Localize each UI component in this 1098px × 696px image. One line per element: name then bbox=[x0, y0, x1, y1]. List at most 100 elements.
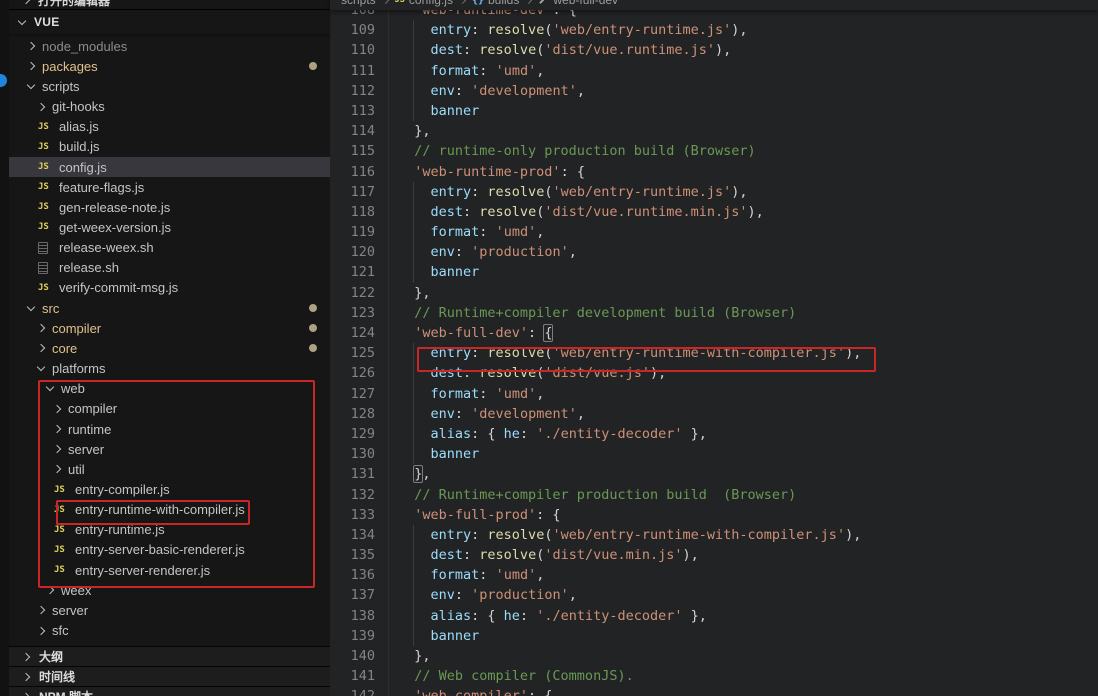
chevron-right-icon bbox=[36, 324, 46, 333]
tree-item-core[interactable]: core bbox=[9, 338, 330, 358]
tree-item-label: runtime bbox=[68, 421, 112, 437]
tree-item-entry-runtime-with-compiler.js[interactable]: JS entry-runtime-with-compiler.js bbox=[9, 500, 330, 520]
tree-item-weex[interactable]: weex bbox=[9, 580, 330, 600]
code-line-140[interactable]: 140 }, bbox=[330, 646, 1098, 667]
line-number: 119 bbox=[350, 224, 375, 241]
tree-item-label: compiler bbox=[68, 401, 118, 417]
indent-guide bbox=[375, 666, 389, 687]
chevron-right-icon bbox=[36, 626, 46, 635]
tree-item-config.js[interactable]: JS config.js bbox=[9, 156, 330, 178]
tree-item-get-weex-version.js[interactable]: JS get-weex-version.js bbox=[9, 217, 330, 237]
tree-item-compiler[interactable]: compiler bbox=[9, 318, 330, 338]
chevron-right-icon bbox=[52, 404, 62, 414]
line-number: 121 bbox=[350, 264, 375, 281]
code-line-114[interactable]: 114 }, bbox=[330, 121, 1098, 142]
code-line-121[interactable]: 121 banner bbox=[330, 262, 1098, 283]
code-line-113[interactable]: 113 banner bbox=[330, 100, 1098, 122]
code-line-112[interactable]: 112 env: 'development', bbox=[330, 80, 1098, 102]
code-line-115[interactable]: 115 // runtime-only production build (Br… bbox=[330, 141, 1098, 162]
code-line-131[interactable]: 131 }, bbox=[330, 464, 1098, 485]
open-editors-section[interactable]: 打开的编辑器 bbox=[9, 0, 330, 10]
tree-item-sfc[interactable]: sfc bbox=[9, 621, 330, 641]
code-line-111[interactable]: 111 format: 'umd', bbox=[330, 60, 1098, 81]
code-line-119[interactable]: 119 format: 'umd', bbox=[330, 222, 1098, 243]
tree-item-web[interactable]: web bbox=[9, 379, 330, 399]
code-line-125[interactable]: 125 entry: resolve('web/entry-runtime-wi… bbox=[330, 343, 1098, 364]
code-line-126[interactable]: 126 dest: resolve('dist/vue.js'), bbox=[330, 363, 1098, 384]
code-line-129[interactable]: 129 alias: { he: './entity-decoder' }, bbox=[330, 423, 1098, 445]
chevron-right-icon bbox=[26, 61, 36, 71]
panel-NPM 脚本[interactable]: NPM 脚本 bbox=[9, 686, 330, 696]
tree-item-packages[interactable]: packages bbox=[9, 56, 330, 76]
line-text: entry: resolve('web/entry-runtime.js'), bbox=[430, 183, 748, 200]
breadcrumb-item-builds[interactable]: {} builds bbox=[472, 0, 519, 7]
tree-item-src[interactable]: src bbox=[9, 298, 330, 318]
tree-item-alias.js[interactable]: JS alias.js bbox=[9, 117, 330, 137]
tree-item-release-weex.sh[interactable]: release-weex.sh bbox=[9, 238, 330, 258]
code-line-138[interactable]: 138 alias: { he: './entity-decoder' }, bbox=[330, 605, 1098, 627]
code-line-135[interactable]: 135 dest: resolve('dist/vue.min.js'), bbox=[330, 545, 1098, 566]
tree-item-gen-release-note.js[interactable]: JS gen-release-note.js bbox=[9, 197, 330, 217]
code-line-109[interactable]: 109 entry: resolve('web/entry-runtime.js… bbox=[330, 20, 1098, 41]
indent-guide bbox=[375, 363, 389, 384]
tree-item-feature-flags.js[interactable]: JS feature-flags.js bbox=[9, 177, 330, 197]
indent-guide bbox=[375, 40, 389, 61]
line-text: }, bbox=[398, 123, 431, 140]
panel-大纲[interactable]: 大纲 bbox=[9, 646, 330, 666]
tree-item-label: release-weex.sh bbox=[59, 240, 154, 256]
tree-item-entry-compiler.js[interactable]: JS entry-compiler.js bbox=[9, 479, 330, 499]
tree-item-verify-commit-msg.js[interactable]: JS verify-commit-msg.js bbox=[9, 278, 330, 298]
workspace-root-label: VUE bbox=[34, 15, 60, 29]
breadcrumb-item-web-full-dev[interactable]: web-full-dev bbox=[538, 0, 618, 7]
code-line-134[interactable]: 134 entry: resolve('web/entry-runtime-wi… bbox=[330, 524, 1098, 546]
code-line-139[interactable]: 139 banner bbox=[330, 625, 1098, 647]
tree-item-build.js[interactable]: JS build.js bbox=[9, 137, 330, 157]
code-line-120[interactable]: 120 env: 'production', bbox=[330, 242, 1098, 263]
tree-item-label: scripts bbox=[42, 78, 80, 94]
indent-guide bbox=[375, 100, 389, 122]
code-line-128[interactable]: 128 env: 'development', bbox=[330, 403, 1098, 425]
code-line-142[interactable]: 142 'web-compiler': { bbox=[330, 686, 1098, 696]
code-line-130[interactable]: 130 banner bbox=[330, 444, 1098, 465]
code-line-118[interactable]: 118 dest: resolve('dist/vue.runtime.min.… bbox=[330, 201, 1098, 223]
breadcrumb-item-config.js[interactable]: JS config.js bbox=[395, 0, 453, 7]
code-line-124[interactable]: 124 'web-full-dev': { bbox=[330, 323, 1098, 344]
tree-item-node_modules[interactable]: node_modules bbox=[9, 36, 330, 56]
chevron-down-icon bbox=[36, 362, 46, 372]
tree-item-entry-server-basic-renderer.js[interactable]: JS entry-server-basic-renderer.js bbox=[9, 540, 330, 560]
tree-item-git-hooks[interactable]: git-hooks bbox=[9, 96, 330, 116]
code-line-117[interactable]: 117 entry: resolve('web/entry-runtime.js… bbox=[330, 181, 1098, 203]
code-line-137[interactable]: 137 env: 'production', bbox=[330, 585, 1098, 606]
tree-item-compiler[interactable]: compiler bbox=[9, 399, 330, 419]
panel-label: 时间线 bbox=[39, 670, 76, 684]
indent-guide bbox=[375, 80, 389, 101]
code-line-116[interactable]: 116 'web-runtime-prod': { bbox=[330, 161, 1098, 182]
code-line-122[interactable]: 122 }, bbox=[330, 282, 1098, 303]
code-line-133[interactable]: 133 'web-full-prod': { bbox=[330, 504, 1098, 525]
tree-item-entry-runtime.js[interactable]: JS entry-runtime.js bbox=[9, 520, 330, 540]
code-line-136[interactable]: 136 format: 'umd', bbox=[330, 565, 1098, 586]
indent-guide bbox=[375, 20, 389, 41]
code-line-127[interactable]: 127 format: 'umd', bbox=[330, 383, 1098, 404]
indent-guide bbox=[375, 625, 389, 646]
breadcrumb-item-scripts[interactable]: scripts bbox=[341, 0, 376, 7]
code-line-110[interactable]: 110 dest: resolve('dist/vue.runtime.js')… bbox=[330, 40, 1098, 61]
code-area[interactable]: 108 'web-runtime-dev': {109 entry: resol… bbox=[330, 0, 1098, 696]
code-line-123[interactable]: 123 // Runtime+compiler development buil… bbox=[330, 302, 1098, 323]
tree-item-platforms[interactable]: platforms bbox=[9, 359, 330, 379]
panel-时间线[interactable]: 时间线 bbox=[9, 666, 330, 686]
tree-item-scripts[interactable]: scripts bbox=[9, 76, 330, 96]
code-line-132[interactable]: 132 // Runtime+compiler production build… bbox=[330, 484, 1098, 505]
tree-item-server[interactable]: server bbox=[9, 439, 330, 459]
tree-item-server[interactable]: server bbox=[9, 600, 330, 620]
tree-item-runtime[interactable]: runtime bbox=[9, 419, 330, 439]
workspace-root-header[interactable]: VUE bbox=[9, 10, 330, 34]
tree-item-util[interactable]: util bbox=[9, 459, 330, 479]
line-number: 141 bbox=[350, 668, 375, 685]
code-line-141[interactable]: 141 // Web compiler (CommonJS). bbox=[330, 666, 1098, 687]
tree-item-release.sh[interactable]: release.sh bbox=[9, 258, 330, 278]
line-text: entry: resolve('web/entry-runtime-with-c… bbox=[430, 526, 862, 543]
activity-badge-icon bbox=[0, 74, 7, 87]
tree-item-entry-server-renderer.js[interactable]: JS entry-server-renderer.js bbox=[9, 560, 330, 580]
indent-guide bbox=[375, 605, 389, 626]
